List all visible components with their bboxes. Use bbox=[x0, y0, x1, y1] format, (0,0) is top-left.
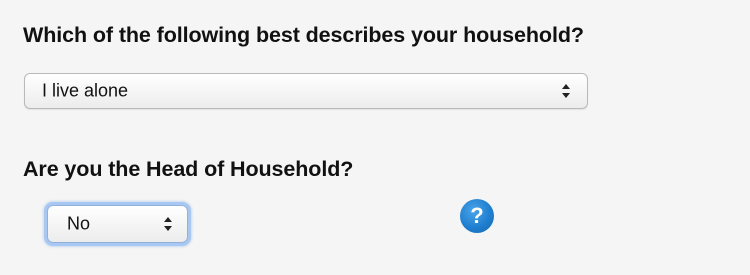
help-icon[interactable]: ? bbox=[460, 199, 494, 233]
select-arrows-icon bbox=[562, 84, 570, 98]
head-of-household-question-label: Are you the Head of Household? bbox=[23, 157, 354, 181]
select-arrows-icon bbox=[164, 217, 172, 231]
head-of-household-selected-value: No bbox=[67, 213, 91, 234]
head-of-household-select[interactable]: No bbox=[47, 205, 188, 243]
household-question-label: Which of the following best describes yo… bbox=[23, 23, 584, 47]
household-type-select[interactable]: I live alone bbox=[24, 73, 588, 109]
household-type-selected-value: I live alone bbox=[42, 80, 129, 101]
